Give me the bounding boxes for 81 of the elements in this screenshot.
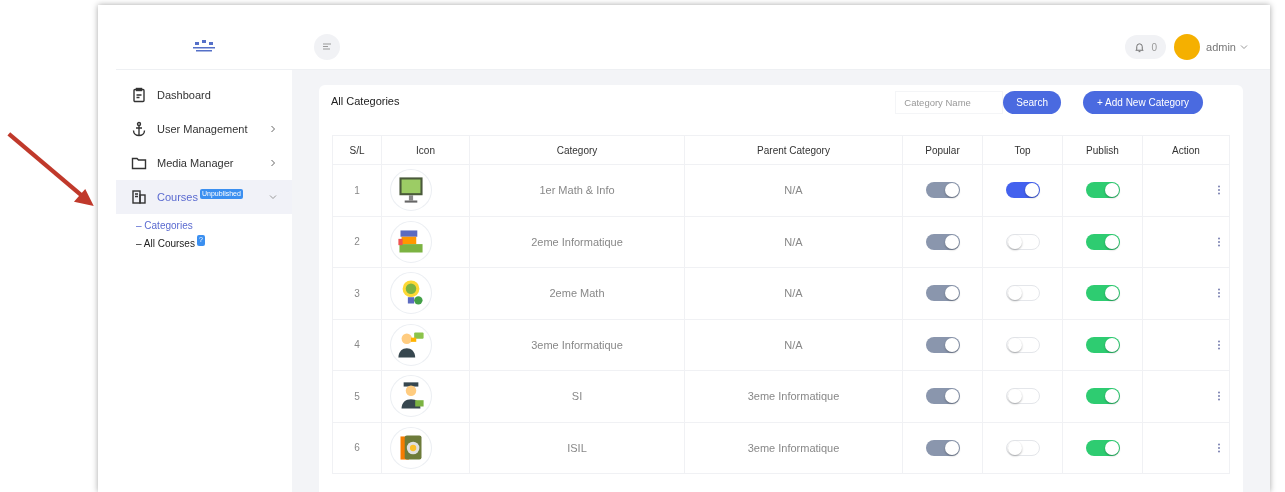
table-cell: 2 (332, 216, 382, 268)
table-cell: 6 (332, 422, 382, 474)
add-category-button[interactable]: + Add New Category (1083, 91, 1203, 114)
table-cell: N/A (684, 164, 903, 216)
column-header: Publish (1062, 135, 1143, 165)
search-field[interactable]: Category Name (895, 91, 1004, 114)
toggle-switch[interactable] (1085, 439, 1120, 456)
toggle-switch[interactable] (925, 388, 960, 405)
sidebar-item[interactable]: Media Manager (116, 146, 292, 180)
notification-button[interactable]: 0 (1125, 35, 1167, 59)
column-header: Parent Category (684, 135, 903, 165)
toggle-switch[interactable] (1005, 388, 1040, 405)
column-header: Icon (381, 135, 470, 165)
sidebar-item[interactable]: Dashboard (116, 78, 292, 112)
category-image-icon (390, 272, 432, 315)
table-cell: 4 (332, 319, 382, 371)
table-cell: 3 (332, 267, 382, 319)
table-cell: 5 (332, 370, 382, 422)
folder-icon (131, 155, 147, 171)
table-cell: 3eme Informatique (684, 422, 903, 474)
toggle-switch[interactable] (1005, 233, 1040, 250)
category-image-icon (390, 323, 432, 366)
category-image-icon (390, 426, 432, 469)
column-header: S/L (332, 135, 382, 165)
table-cell: 1 (332, 164, 382, 216)
toggle-switch[interactable] (1005, 182, 1040, 199)
toggle-switch[interactable] (925, 233, 960, 250)
submenu-link[interactable]: – All Courses (136, 236, 195, 251)
toggle-switch[interactable] (1005, 439, 1040, 456)
more-options-icon[interactable] (1217, 442, 1221, 453)
sidebar-item-label: User Management (157, 121, 248, 137)
search-button[interactable]: Search (1003, 91, 1061, 114)
menu-icon (322, 42, 332, 52)
card-title: All Categories (331, 94, 401, 109)
table-cell: 3eme Informatique (469, 319, 685, 371)
more-options-icon[interactable] (1217, 185, 1221, 196)
table-cell: N/A (684, 319, 903, 371)
toggle-switch[interactable] (1085, 233, 1120, 250)
clipboard-icon (131, 87, 147, 103)
toggle-switch[interactable] (1005, 285, 1040, 302)
toggle-switch[interactable] (925, 439, 960, 456)
toggle-switch[interactable] (1005, 336, 1040, 353)
more-options-icon[interactable] (1217, 339, 1221, 350)
table-cell: SI (469, 370, 685, 422)
chevron-down-icon (1240, 43, 1248, 51)
category-image-icon (390, 169, 432, 212)
toggle-switch[interactable] (1085, 182, 1120, 199)
toggle-switch[interactable] (1085, 336, 1120, 353)
toggle-switch[interactable] (925, 182, 960, 199)
user-avatar[interactable] (1174, 34, 1201, 60)
table-cell: N/A (684, 216, 903, 268)
category-image-icon (390, 375, 432, 418)
toggle-switch[interactable] (1085, 285, 1120, 302)
book-icon (131, 189, 147, 205)
toggle-switch[interactable] (925, 336, 960, 353)
table-cell: 2eme Informatique (469, 216, 685, 268)
table-cell: ISIL (469, 422, 685, 474)
logo-icon[interactable] (193, 40, 215, 54)
bell-icon (1134, 41, 1146, 53)
column-header: Popular (902, 135, 983, 165)
anchor-icon (131, 121, 147, 137)
more-options-icon[interactable] (1217, 236, 1221, 247)
table-cell: 1er Math & Info (469, 164, 685, 216)
column-header: Category (469, 135, 685, 165)
more-options-icon[interactable] (1217, 391, 1221, 402)
column-header: Action (1142, 135, 1230, 165)
toggle-switch[interactable] (1085, 388, 1120, 405)
submenu-link[interactable]: – Categories (136, 218, 193, 233)
sidebar-item[interactable]: User Management (116, 112, 292, 146)
menu-toggle-button[interactable] (314, 34, 340, 60)
sidebar-item-label: Media Manager (157, 155, 234, 171)
toggle-switch[interactable] (925, 285, 960, 302)
user-menu-button[interactable]: admin (1206, 38, 1248, 56)
more-options-icon[interactable] (1217, 288, 1221, 299)
sidebar-item-label: Courses (157, 189, 198, 205)
table-cell: N/A (684, 267, 903, 319)
table-cell: 2eme Math (469, 267, 685, 319)
sidebar-item-label: Dashboard (157, 87, 211, 103)
column-header: Top (982, 135, 1063, 165)
table-cell: 3eme Informatique (684, 370, 903, 422)
category-image-icon (390, 220, 432, 263)
